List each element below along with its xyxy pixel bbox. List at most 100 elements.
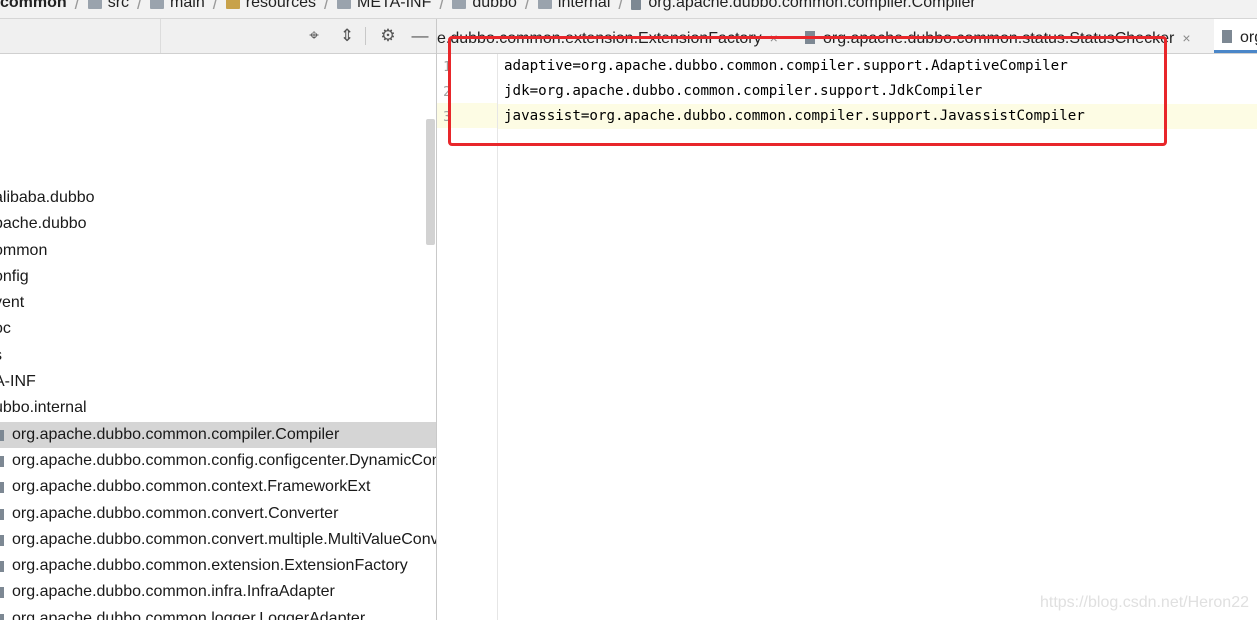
tree-item-label: vent: [0, 294, 25, 312]
file-icon: [0, 587, 4, 599]
folder-icon: [452, 0, 467, 9]
breadcrumb-separator: /: [323, 0, 329, 13]
breadcrumb-separator: /: [74, 0, 80, 13]
line-number: 1: [443, 60, 451, 75]
collapse-all-button[interactable]: ⇕: [336, 25, 358, 47]
tree-item-file[interactable]: org.apache.dubbo.common.config.configcen…: [0, 448, 436, 474]
folder-icon: [537, 0, 552, 9]
tree-item-label: org.apache.dubbo.common.logger.LoggerAda…: [12, 609, 366, 620]
tree-item-label: org.apache.dubbo.common.extension.Extens…: [12, 557, 408, 575]
watermark: https://blog.csdn.net/Heron22: [1039, 594, 1249, 611]
file-icon: [0, 534, 4, 546]
tree-item-folder[interactable]: ommon: [0, 238, 436, 264]
breadcrumb-separator: /: [137, 0, 143, 13]
tab-extension-factory[interactable]: e.dubbo.common.extension.ExtensionFactor…: [437, 19, 778, 53]
folder-icon: [87, 0, 102, 9]
code-text: adaptive=org.apache.dubbo.common.compile…: [504, 58, 1068, 74]
code-line[interactable]: adaptive=org.apache.dubbo.common.compile…: [498, 54, 1257, 79]
tree-item-file[interactable]: org.apache.dubbo.common.extension.Extens…: [0, 553, 436, 579]
tree-item-folder[interactable]: oc: [0, 316, 436, 342]
tree-item-label: s: [0, 343, 2, 369]
tree-item-label: ommon: [0, 241, 48, 259]
tree-item-folder[interactable]: onfig: [0, 264, 436, 290]
file-icon: [631, 0, 642, 10]
close-icon[interactable]: ×: [770, 30, 778, 46]
tree-item-label: org.apache.dubbo.common.infra.InfraAdapt…: [12, 583, 335, 601]
settings-button[interactable]: ⚙: [377, 25, 399, 47]
line-number-gutter: 1 2 3: [437, 54, 498, 620]
tree-item-folder[interactable]: vent: [0, 290, 436, 316]
file-icon: [805, 31, 815, 44]
tree-item-label: org.apache.dubbo.common.compiler.Compile…: [12, 425, 340, 443]
tab-status-checker[interactable]: org.apache.dubbo.common.status.StatusChe…: [805, 19, 1191, 53]
tree-item-label: oc: [0, 320, 11, 338]
gear-icon: ⚙: [380, 26, 396, 45]
close-icon[interactable]: ×: [1182, 30, 1190, 46]
code-text: jdk=org.apache.dubbo.common.compiler.sup…: [504, 83, 983, 99]
tree-item-label: org.apache.dubbo.common.convert.multiple…: [12, 530, 436, 548]
breadcrumb-label: common: [0, 0, 67, 11]
header-divider: [160, 19, 161, 53]
breadcrumb-label: src: [107, 0, 130, 11]
file-icon: [0, 429, 4, 441]
tree-item-folder[interactable]: A-INF: [0, 369, 436, 395]
tree-item-label: org.apache.dubbo.common.config.configcen…: [12, 451, 436, 469]
file-icon: [0, 613, 4, 620]
project-tree: alibaba.dubbo pache.dubbo ommon onfig ve…: [0, 185, 436, 620]
locate-file-button[interactable]: ⌖: [303, 25, 325, 47]
file-icon: [0, 455, 4, 467]
resources-folder-icon: [225, 0, 240, 9]
line-number: 3: [443, 110, 451, 125]
tree-item-label: pache.dubbo: [0, 215, 87, 233]
file-icon: [1222, 30, 1232, 43]
breadcrumb-item-common[interactable]: common: [0, 0, 67, 12]
breadcrumb-separator: /: [439, 0, 445, 13]
code-line[interactable]: jdk=org.apache.dubbo.common.compiler.sup…: [498, 79, 1257, 104]
tree-item-folder[interactable]: alibaba.dubbo: [0, 185, 436, 211]
breadcrumb: common / src / main / resources / META-I…: [0, 0, 1257, 19]
minimize-icon: —: [411, 26, 429, 45]
breadcrumb-item-compiler-file[interactable]: org.apache.dubbo.common.compiler.Compile…: [631, 0, 976, 12]
breadcrumb-item-resources[interactable]: resources: [225, 0, 316, 12]
tree-item-folder[interactable]: ubbo.internal: [0, 395, 436, 421]
file-icon: [0, 508, 4, 520]
tree-item-label: org.apache.dubbo.common.convert.Converte…: [12, 504, 339, 522]
code-line-current[interactable]: javassist=org.apache.dubbo.common.compil…: [498, 104, 1257, 129]
tree-item-label: alibaba.dubbo: [0, 189, 95, 206]
tree-item-file[interactable]: org.apache.dubbo.common.infra.InfraAdapt…: [0, 579, 436, 605]
breadcrumb-label: resources: [245, 0, 316, 11]
tree-item-file[interactable]: org.apache.dubbo.common.logger.LoggerAda…: [0, 606, 436, 620]
tab-label: org: [1240, 29, 1257, 46]
file-icon: [0, 482, 4, 494]
tree-item-file[interactable]: org.apache.dubbo.common.context.Framewor…: [0, 474, 436, 500]
editor: e.dubbo.common.extension.ExtensionFactor…: [437, 19, 1257, 620]
breadcrumb-label: META-INF: [357, 0, 432, 11]
tree-item-folder[interactable]: pache.dubbo: [0, 211, 436, 237]
breadcrumb-items: common / src / main / resources / META-I…: [0, 0, 976, 12]
code-area[interactable]: adaptive=org.apache.dubbo.common.compile…: [498, 54, 1257, 620]
folder-icon: [150, 0, 165, 9]
locate-icon: ⌖: [309, 26, 319, 45]
breadcrumb-label: main: [170, 0, 205, 11]
tree-item-label: ubbo.internal: [0, 399, 87, 417]
folder-icon: [337, 0, 351, 9]
breadcrumb-label: internal: [557, 0, 611, 11]
breadcrumb-item-main[interactable]: main: [150, 0, 205, 12]
tree-item-file-selected[interactable]: org.apache.dubbo.common.compiler.Compile…: [0, 421, 436, 448]
breadcrumb-item-dubbo[interactable]: dubbo: [452, 0, 517, 12]
tree-item-file[interactable]: org.apache.dubbo.common.convert.multiple…: [0, 527, 436, 553]
breadcrumb-item-internal[interactable]: internal: [537, 0, 611, 12]
tab-compiler[interactable]: org: [1214, 19, 1257, 53]
line-number: 2: [443, 85, 451, 100]
breadcrumb-label: org.apache.dubbo.common.compiler.Compile…: [648, 0, 976, 11]
project-panel-header: ⌖ ⇕ ⚙ —: [0, 19, 436, 54]
tree-item-file[interactable]: org.apache.dubbo.common.convert.Converte…: [0, 501, 436, 527]
file-icon: [0, 561, 4, 573]
breadcrumb-separator: /: [524, 0, 530, 13]
breadcrumb-item-src[interactable]: src: [87, 0, 130, 12]
toolbar-separator: [365, 27, 366, 45]
tree-item-folder[interactable]: s: [0, 343, 436, 369]
hide-panel-button[interactable]: —: [409, 25, 431, 47]
breadcrumb-item-meta-inf[interactable]: META-INF: [337, 0, 431, 12]
tree-item-label: org.apache.dubbo.common.context.Framewor…: [12, 478, 371, 496]
